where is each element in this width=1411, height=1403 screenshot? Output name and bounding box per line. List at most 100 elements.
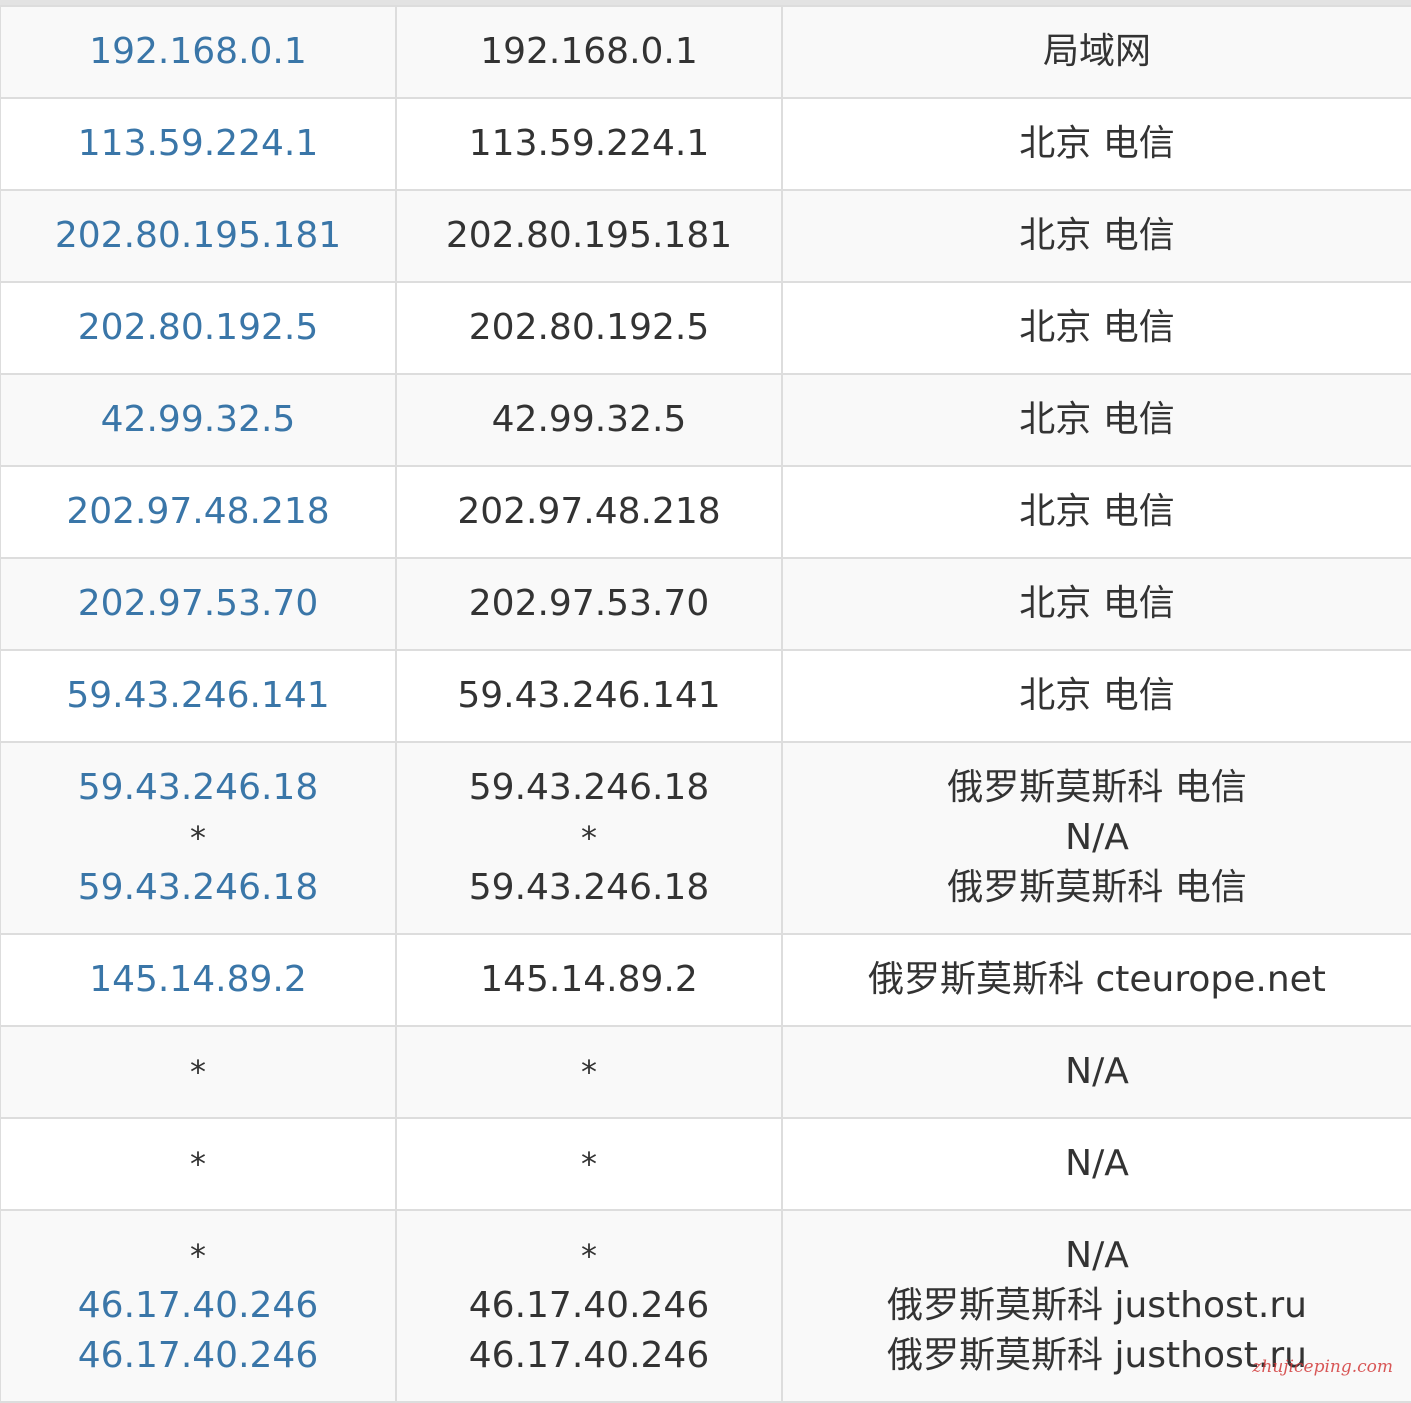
hop-ip-link[interactable]: 202.97.48.218 (1, 487, 395, 537)
hop-location: N/A (1065, 1143, 1129, 1184)
hop-host-cell: 59.43.246.18 * 59.43.246.18 (395, 741, 783, 935)
hop-ip-cell: 192.168.0.1 (0, 5, 397, 99)
hop-location-cell: 北京 电信 (781, 649, 1411, 743)
hop-ip-link[interactable]: 192.168.0.1 (1, 27, 395, 77)
table-row: 59.43.246.141 59.43.246.141 北京 电信 (0, 649, 1411, 743)
hop-host: 46.17.40.246 (468, 1335, 710, 1376)
hop-host: 202.97.48.218 (457, 491, 721, 532)
hop-ip-link[interactable]: 59.43.246.18 (1, 863, 395, 913)
hop-ip-link[interactable]: 46.17.40.246 (1, 1331, 395, 1381)
hop-host-cell: 42.99.32.5 (395, 373, 783, 467)
hop-ip-link[interactable]: 202.80.195.181 (1, 211, 395, 261)
hop-location-cell: 北京 电信 (781, 281, 1411, 375)
hop-ip-cell: 202.80.192.5 (0, 281, 397, 375)
hop-ip-link[interactable]: 202.80.192.5 (1, 303, 395, 353)
hop-ip-link[interactable]: 46.17.40.246 (1, 1281, 395, 1331)
hop-ip-link[interactable]: 202.97.53.70 (1, 579, 395, 629)
hop-location: 北京 电信 (1019, 215, 1175, 256)
hop-host-cell: * (395, 1117, 783, 1211)
table-row: 42.99.32.5 42.99.32.5 北京 电信 (0, 373, 1411, 467)
traceroute-table: 192.168.0.1 192.168.0.1 局域网 113.59.224.1 113… (0, 5, 1411, 1403)
hop-host: 192.168.0.1 (480, 31, 698, 72)
table-row: * * N/A (0, 1117, 1411, 1211)
hop-host: 42.99.32.5 (491, 399, 687, 440)
hop-host-cell: 202.97.53.70 (395, 557, 783, 651)
hop-location-cell: 俄罗斯莫斯科 cteurope.net (781, 933, 1411, 1027)
table-row: * 46.17.40.246 46.17.40.246 * 46.17.40.246 46… (0, 1209, 1411, 1403)
hop-location-cell: 局域网 (781, 5, 1411, 99)
table-row: 192.168.0.1 192.168.0.1 局域网 (0, 5, 1411, 99)
hop-host: 59.43.246.18 (468, 867, 710, 908)
hop-host: 113.59.224.1 (468, 123, 710, 164)
table-row: 202.97.48.218 202.97.48.218 北京 电信 (0, 465, 1411, 559)
table-row: 59.43.246.18 * 59.43.246.18 59.43.246.18 * 59… (0, 741, 1411, 935)
hop-location-cell: 俄罗斯莫斯科 电信 N/A 俄罗斯莫斯科 电信 (781, 741, 1411, 935)
hop-ip-cell: 145.14.89.2 (0, 933, 397, 1027)
table-row: 202.80.195.181 202.80.195.181 北京 电信 (0, 189, 1411, 283)
hop-timeout: * (190, 1237, 206, 1275)
hop-timeout: * (190, 1145, 206, 1183)
hop-location: 北京 电信 (1019, 307, 1175, 348)
table-row: 145.14.89.2 145.14.89.2 俄罗斯莫斯科 cteurope.ne… (0, 933, 1411, 1027)
hop-location-cell: 北京 电信 (781, 97, 1411, 191)
hop-timeout: * (190, 1053, 206, 1091)
hop-location: 北京 电信 (1019, 675, 1175, 716)
hop-host: 202.80.192.5 (468, 307, 710, 348)
hop-host: * (581, 819, 597, 857)
hop-location-cell: 北京 电信 (781, 557, 1411, 651)
hop-location: 北京 电信 (1019, 399, 1175, 440)
hop-host: * (581, 1145, 597, 1183)
hop-host: * (581, 1237, 597, 1275)
hop-location: 俄罗斯莫斯科 cteurope.net (868, 959, 1326, 1000)
hop-location-cell: 北京 电信 (781, 465, 1411, 559)
hop-ip-cell: * (0, 1025, 397, 1119)
hop-ip-cell: 113.59.224.1 (0, 97, 397, 191)
hop-host: 202.97.53.70 (468, 583, 710, 624)
hop-host-cell: * 46.17.40.246 46.17.40.246 (395, 1209, 783, 1403)
hop-host: 59.43.246.141 (457, 675, 721, 716)
hop-location: 俄罗斯莫斯科 电信 (947, 867, 1247, 908)
hop-location: 俄罗斯莫斯科 justhost.ru (887, 1285, 1307, 1326)
hop-location-cell: 北京 电信 (781, 373, 1411, 467)
hop-location-cell: N/A (781, 1025, 1411, 1119)
hop-host: * (581, 1053, 597, 1091)
hop-host: 59.43.246.18 (468, 767, 710, 808)
hop-location-cell: 北京 电信 (781, 189, 1411, 283)
hop-location: 北京 电信 (1019, 583, 1175, 624)
traceroute-table-body: 192.168.0.1 192.168.0.1 局域网 113.59.224.1 113… (0, 5, 1411, 1403)
hop-location: 俄罗斯莫斯科 电信 (947, 767, 1247, 808)
hop-ip-cell: 202.97.53.70 (0, 557, 397, 651)
hop-location: N/A (1065, 1051, 1129, 1092)
hop-ip-cell: 202.97.48.218 (0, 465, 397, 559)
hop-location: N/A (1065, 817, 1129, 858)
table-row: 202.97.53.70 202.97.53.70 北京 电信 (0, 557, 1411, 651)
hop-location-cell: N/A (781, 1117, 1411, 1211)
hop-ip-link[interactable]: 42.99.32.5 (1, 395, 395, 445)
hop-location: N/A (1065, 1235, 1129, 1276)
watermark: zhujiceping.com (1252, 1357, 1393, 1377)
hop-host-cell: 202.80.192.5 (395, 281, 783, 375)
hop-host-cell: 202.80.195.181 (395, 189, 783, 283)
hop-host: 202.80.195.181 (445, 215, 733, 256)
hop-ip-cell: 42.99.32.5 (0, 373, 397, 467)
hop-ip-link[interactable]: 113.59.224.1 (1, 119, 395, 169)
hop-ip-link[interactable]: 145.14.89.2 (1, 955, 395, 1005)
hop-ip-cell: 202.80.195.181 (0, 189, 397, 283)
hop-ip-cell: 59.43.246.18 * 59.43.246.18 (0, 741, 397, 935)
hop-host-cell: 145.14.89.2 (395, 933, 783, 1027)
hop-location: 北京 电信 (1019, 123, 1175, 164)
table-row: 202.80.192.5 202.80.192.5 北京 电信 (0, 281, 1411, 375)
hop-host-cell: * (395, 1025, 783, 1119)
hop-host-cell: 113.59.224.1 (395, 97, 783, 191)
hop-location: 北京 电信 (1019, 491, 1175, 532)
hop-host-cell: 59.43.246.141 (395, 649, 783, 743)
table-row: 113.59.224.1 113.59.224.1 北京 电信 (0, 97, 1411, 191)
hop-ip-cell: 59.43.246.141 (0, 649, 397, 743)
hop-host-cell: 202.97.48.218 (395, 465, 783, 559)
hop-ip-link[interactable]: 59.43.246.141 (1, 671, 395, 721)
hop-host: 46.17.40.246 (468, 1285, 710, 1326)
hop-location: 局域网 (1042, 31, 1151, 72)
hop-timeout: * (190, 819, 206, 857)
hop-ip-link[interactable]: 59.43.246.18 (1, 763, 395, 813)
table-row: * * N/A (0, 1025, 1411, 1119)
